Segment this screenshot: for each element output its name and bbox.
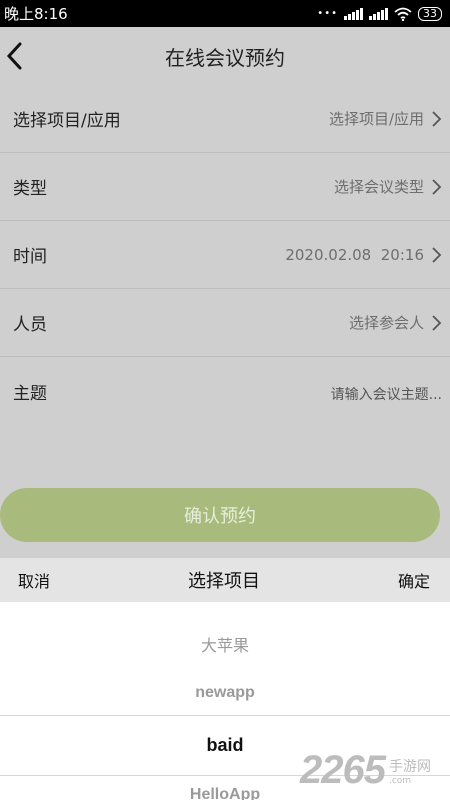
header: 在线会议预约	[0, 27, 450, 85]
watermark-digits: 2265	[300, 748, 386, 792]
watermark-cn: 手游网	[388, 758, 431, 775]
project-select[interactable]: 选择项目/应用	[329, 108, 442, 129]
type-label: 类型	[13, 179, 47, 199]
back-arrow-icon[interactable]	[4, 41, 30, 71]
time-select[interactable]: 2020.02.08 20:16	[285, 246, 442, 264]
watermark-logo: 2265 手游网 .com	[300, 748, 431, 793]
people-value: 选择参会人	[348, 314, 424, 332]
page-title: 在线会议预约	[165, 45, 285, 70]
time-row[interactable]: 时间 2020.02.08 20:16	[0, 221, 450, 289]
type-row[interactable]: 类型 选择会议类型	[0, 153, 450, 221]
project-label: 选择项目/应用	[13, 111, 121, 131]
people-label: 人员	[13, 315, 47, 335]
picker-cancel-button[interactable]: 取消	[18, 568, 50, 592]
picker-item[interactable]: newapp	[0, 684, 450, 702]
topic-label: 主题	[13, 384, 47, 404]
people-row[interactable]: 人员 选择参会人	[0, 289, 450, 357]
people-select[interactable]: 选择参会人	[349, 312, 442, 333]
chevron-right-icon	[432, 314, 442, 331]
project-row[interactable]: 选择项目/应用 选择项目/应用	[0, 85, 450, 153]
watermark-en: .com	[388, 775, 412, 786]
type-select[interactable]: 选择会议类型	[334, 176, 442, 197]
watermark-side: 手游网 .com	[389, 756, 431, 786]
notification-dots-icon: •••	[317, 8, 338, 19]
topic-input[interactable]	[302, 387, 442, 403]
battery-icon: 33	[418, 6, 442, 21]
status-time: 晚上8:16	[4, 5, 68, 23]
booking-form: 选择项目/应用 选择项目/应用 类型 选择会议类型 时间 2020.02.08 …	[0, 85, 450, 432]
project-value: 选择项目/应用	[328, 110, 424, 128]
signal-icon-2	[369, 7, 388, 20]
confirm-booking-button[interactable]: 确认预约	[0, 488, 440, 542]
picker-selection-line-top	[0, 715, 450, 716]
time-label: 时间	[13, 247, 47, 267]
time-value: 2020.02.08 20:16	[285, 245, 424, 264]
wifi-icon	[394, 7, 412, 21]
picker-toolbar: 取消 选择项目 确定	[0, 558, 450, 602]
picker-item[interactable]: 大苹果	[0, 632, 450, 656]
picker-confirm-button[interactable]: 确定	[398, 568, 430, 592]
topic-row: 主题	[0, 357, 450, 432]
picker-title: 选择项目	[188, 571, 260, 592]
type-value: 选择会议类型	[333, 178, 424, 196]
chevron-right-icon	[432, 110, 442, 127]
status-bar: 晚上8:16 ••• 33	[0, 0, 450, 27]
chevron-right-icon	[432, 178, 442, 195]
signal-icon	[344, 7, 363, 20]
chevron-right-icon	[432, 246, 442, 263]
status-icons: ••• 33	[317, 6, 442, 21]
